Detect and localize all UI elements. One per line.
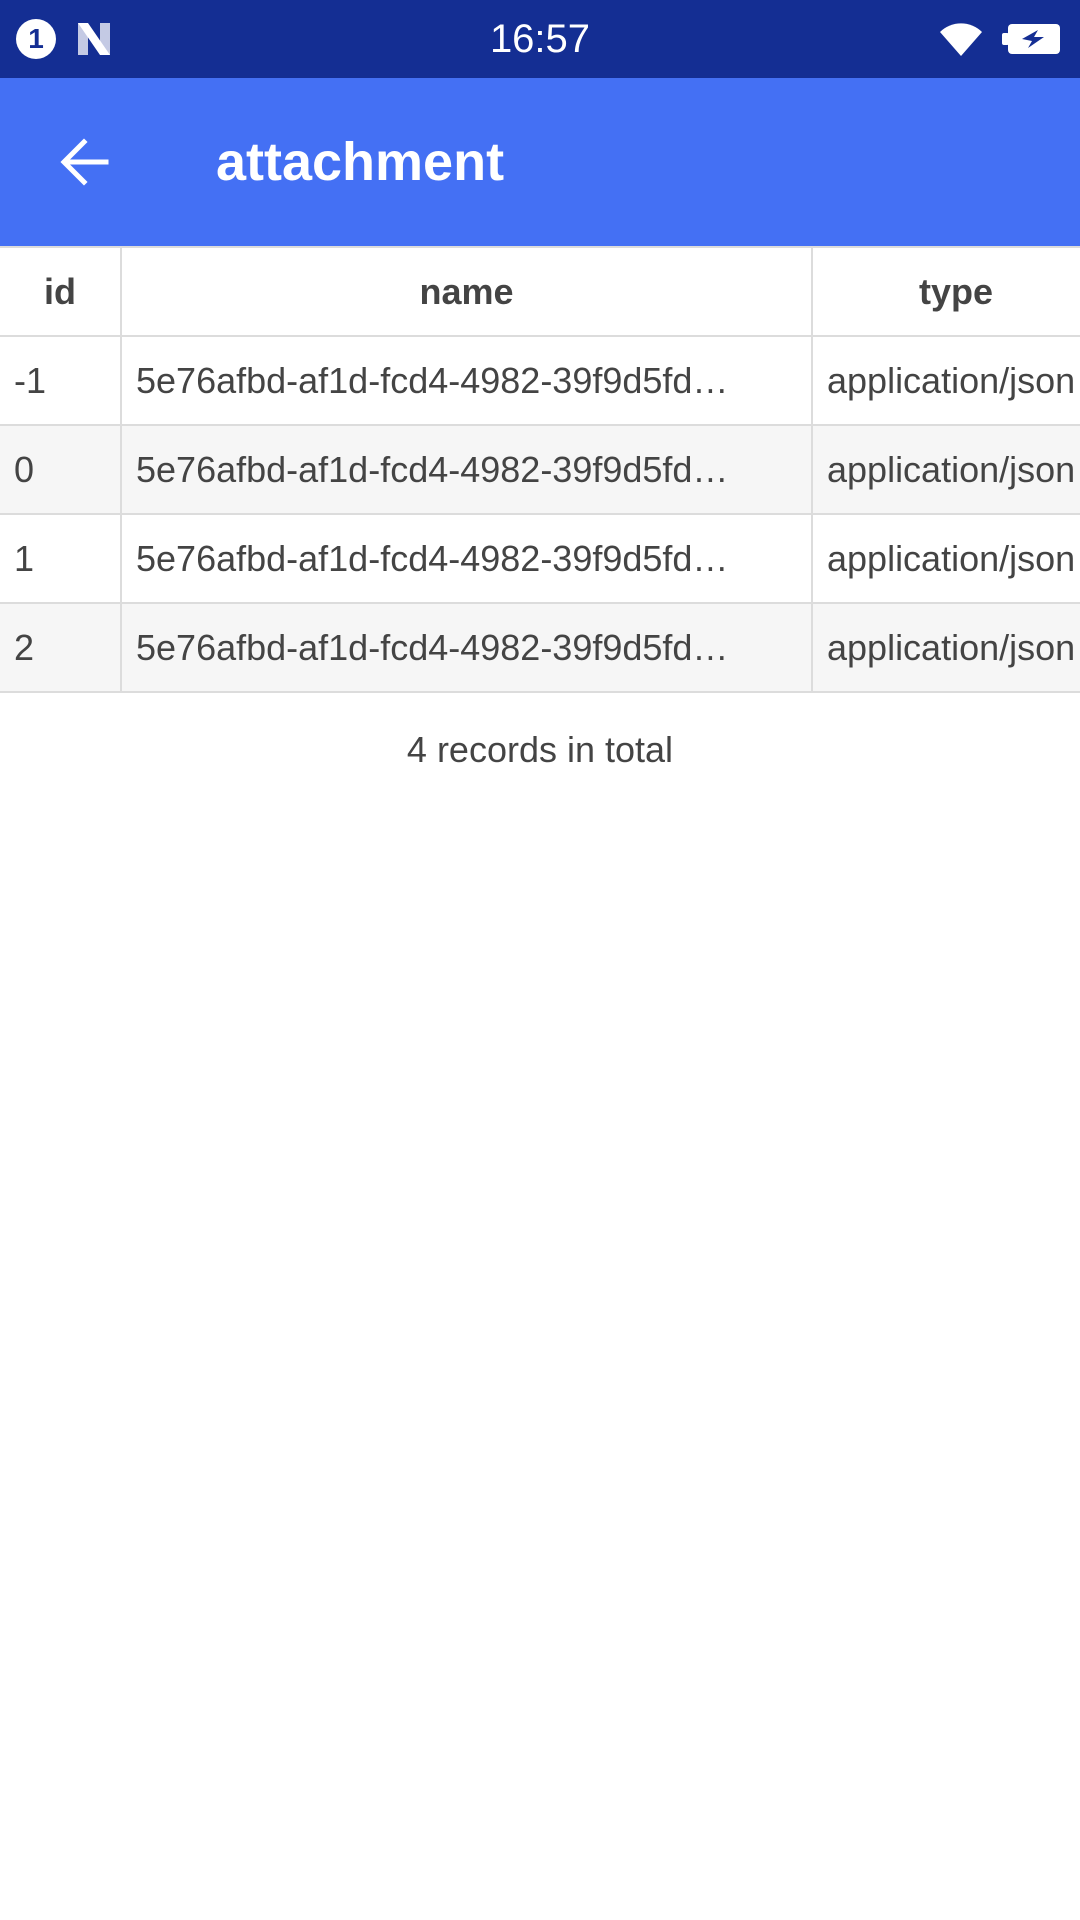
table-row[interactable]: 2 5e76afbd-af1d-fcd4-4982-39f9d5fd… appl… [0, 602, 1080, 693]
page-title: attachment [216, 132, 505, 192]
status-bar: 1 16:57 [0, 0, 1080, 78]
cell-id: 2 [0, 602, 122, 693]
arrow-left-icon [60, 138, 109, 186]
cell-type: application/json [811, 335, 1080, 426]
table-row[interactable]: 1 5e76afbd-af1d-fcd4-4982-39f9d5fd… appl… [0, 513, 1080, 604]
cell-name: 5e76afbd-af1d-fcd4-4982-39f9d5fd… [120, 424, 813, 515]
cell-id: -1 [0, 335, 122, 426]
cell-type: application/json [811, 513, 1080, 604]
app-bar: attachment [0, 78, 1080, 246]
back-button[interactable] [40, 122, 128, 202]
table-header-row: id name type [0, 246, 1080, 337]
cell-id: 0 [0, 424, 122, 515]
cell-id: 1 [0, 513, 122, 604]
table-row[interactable]: 0 5e76afbd-af1d-fcd4-4982-39f9d5fd… appl… [0, 424, 1080, 515]
records-table: id name type -1 5e76afbd-af1d-fcd4-4982-… [0, 246, 1080, 693]
column-header-id[interactable]: id [0, 246, 122, 337]
cell-name: 5e76afbd-af1d-fcd4-4982-39f9d5fd… [120, 335, 813, 426]
cell-type: application/json [811, 602, 1080, 693]
records-total-label: 4 records in total [406, 729, 674, 770]
column-header-type[interactable]: type [811, 246, 1080, 337]
status-clock: 16:57 [489, 17, 591, 61]
column-header-name[interactable]: name [120, 246, 813, 337]
table-row[interactable]: -1 5e76afbd-af1d-fcd4-4982-39f9d5fd… app… [0, 335, 1080, 426]
battery-charging-icon [1002, 24, 1060, 54]
wifi-icon [940, 23, 982, 56]
cell-name: 5e76afbd-af1d-fcd4-4982-39f9d5fd… [120, 602, 813, 693]
cell-name: 5e76afbd-af1d-fcd4-4982-39f9d5fd… [120, 513, 813, 604]
cell-type: application/json [811, 424, 1080, 515]
